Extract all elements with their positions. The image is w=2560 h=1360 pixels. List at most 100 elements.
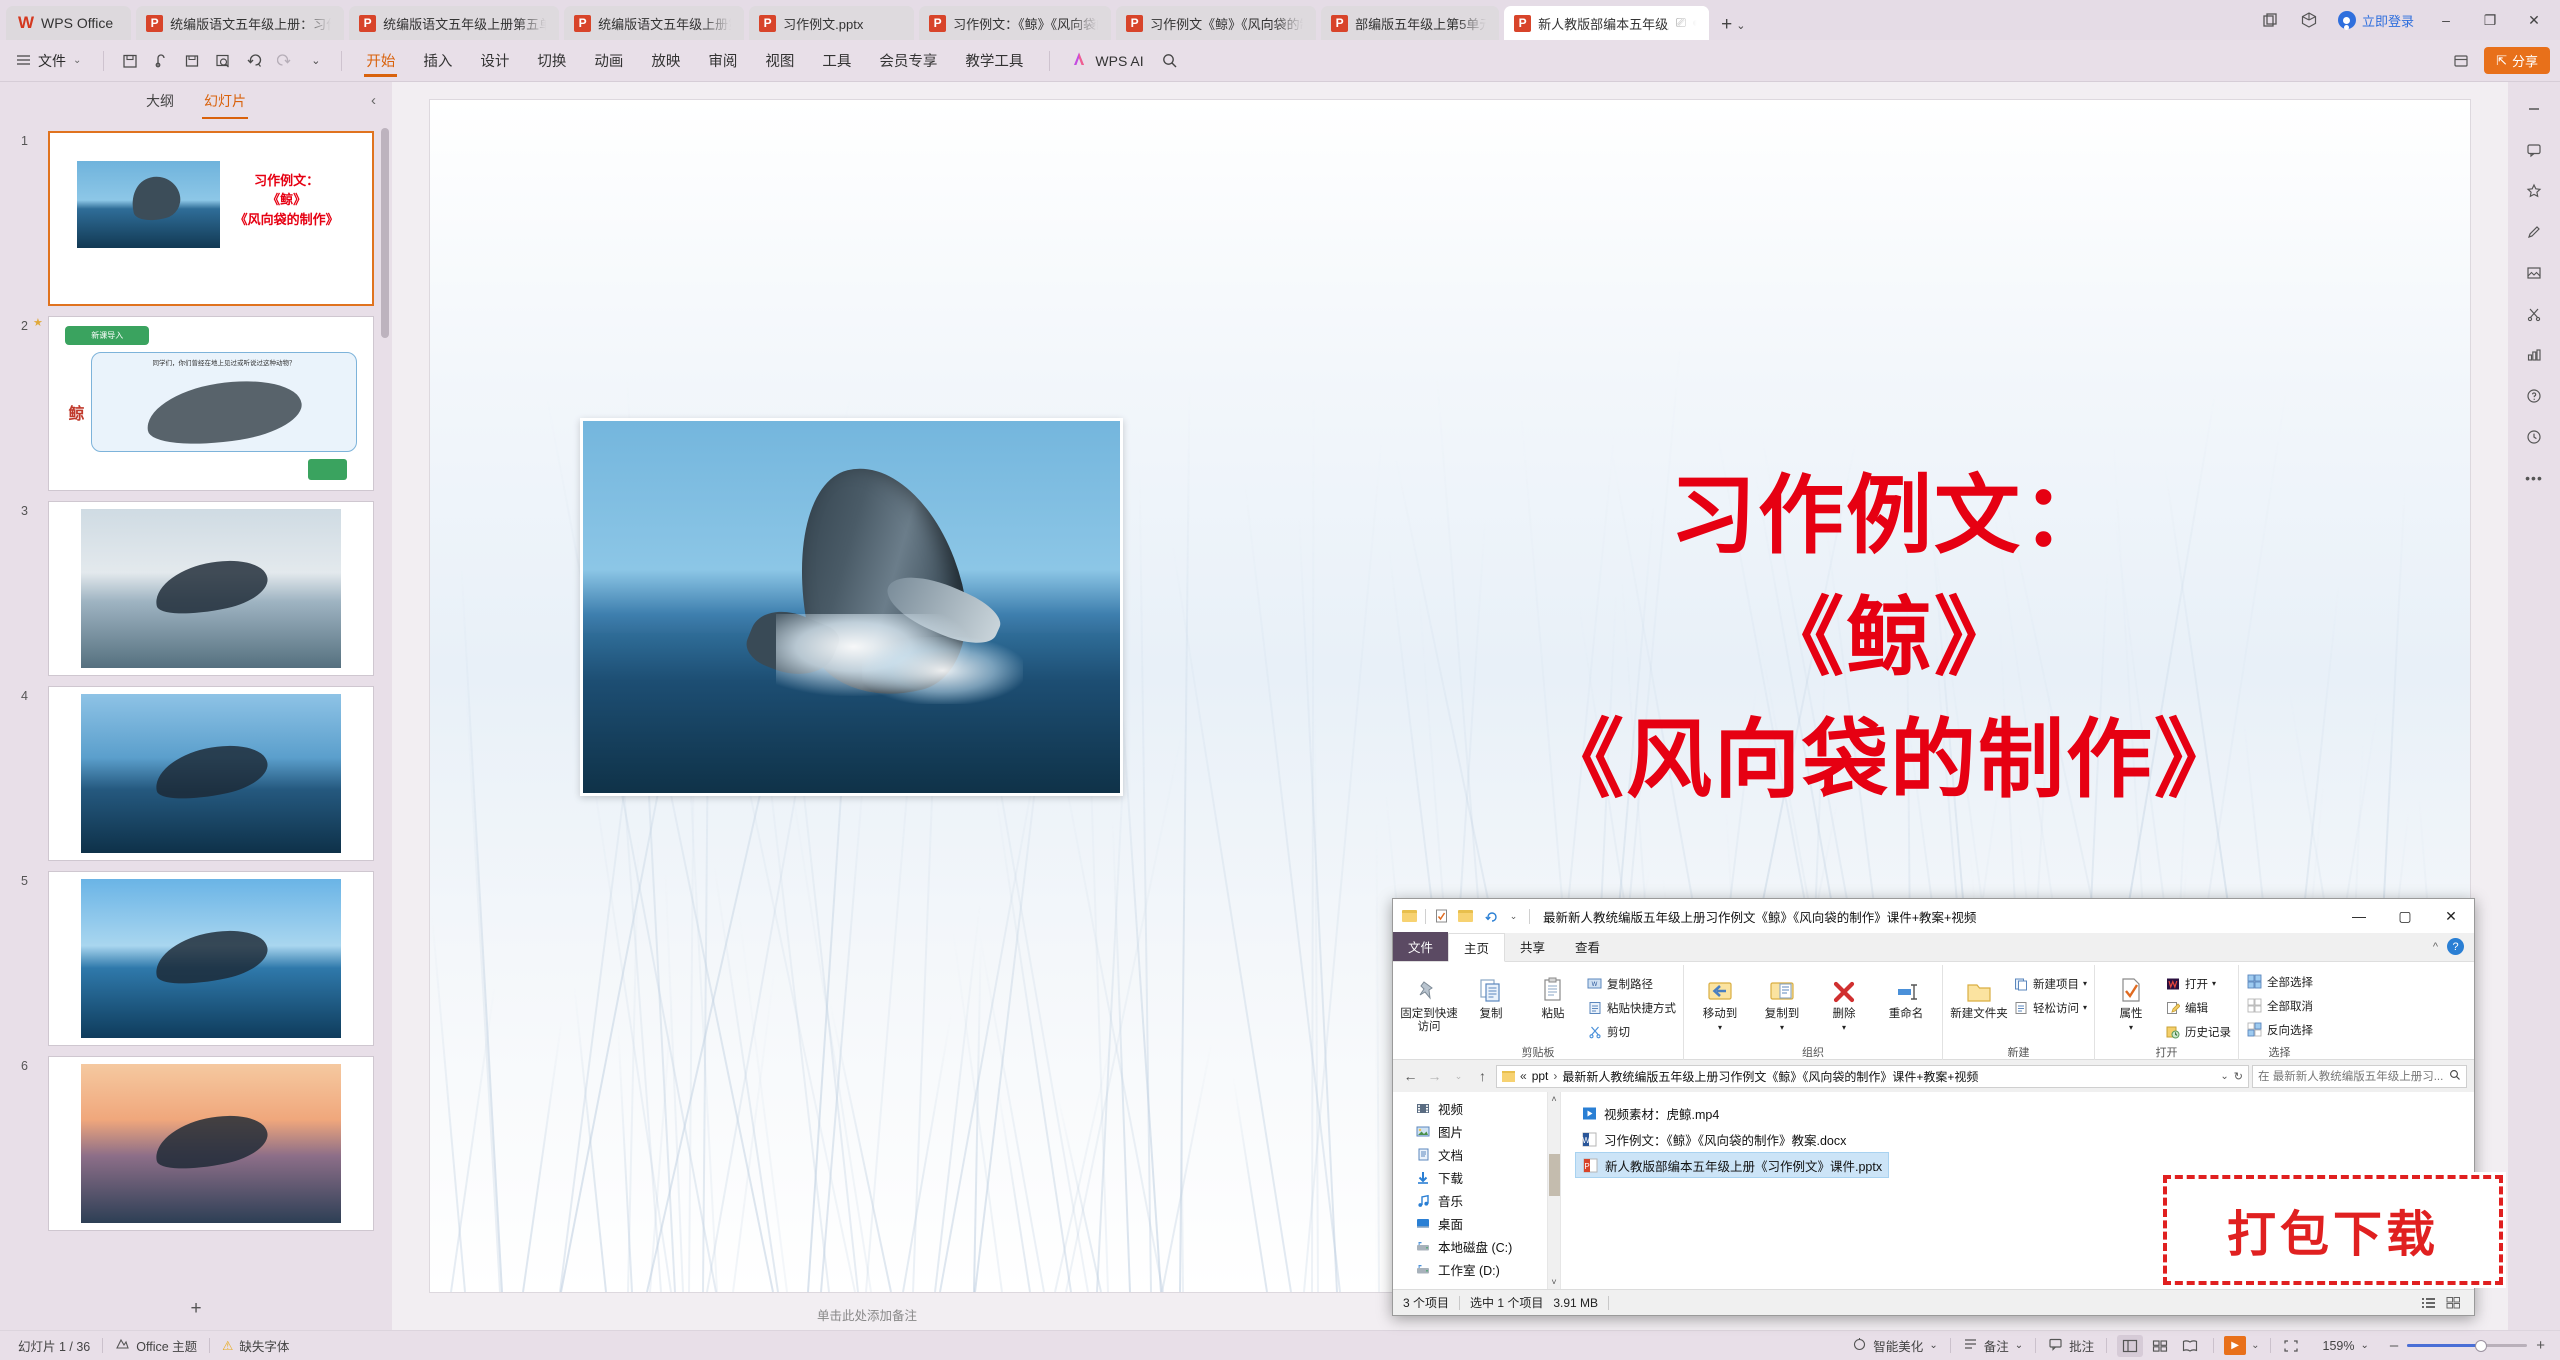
explorer-menu-file[interactable]: 文件 [1393,932,1448,961]
copy-button[interactable]: 复制 [1462,969,1520,1021]
history-button[interactable]: 历史记录 [2164,1021,2231,1042]
collapse-ribbon-icon[interactable]: ^ [2433,941,2438,953]
star-icon[interactable] [2515,172,2553,210]
easy-access-button[interactable]: 轻松访问 ▾ [2012,997,2087,1018]
paste-button[interactable]: 粘贴 [1524,969,1582,1021]
fit-to-window-button[interactable] [2271,1339,2311,1353]
image-icon[interactable] [2515,254,2553,292]
nav-item-3[interactable]: 文档 [1393,1143,1547,1166]
copy-to-button[interactable]: 复制到 ▾ [1753,969,1811,1032]
folder-icon[interactable] [1401,908,1418,924]
notes-button[interactable]: 备注 ⌄ [1951,1336,2035,1355]
nav-item-8[interactable]: 工作室 (D:) [1393,1258,1547,1281]
copy-path-button[interactable]: W 复制路径 [1586,973,1676,994]
document-tab-2[interactable]: P统编版语文五年级上册第五单元 习作 [349,6,559,40]
slide-thumbnail[interactable]: 习作例文： 《鲸》 《风向袋的制作》 [48,131,374,306]
start-slideshow-button[interactable]: ▶ [2224,1336,2246,1355]
document-tab-5[interactable]: P习作例文：《鲸》《风向袋的制作》 [919,6,1111,40]
notes-placeholder[interactable]: 单击此处添加备注 [817,1305,917,1324]
clock-icon[interactable] [2515,418,2553,456]
slide-thumbnail[interactable] [48,871,374,1046]
ribbon-tab-动画[interactable]: 动画 [580,40,637,82]
back-arrow-icon[interactable]: ← [1400,1066,1421,1087]
invert-selection-button[interactable]: 反向选择 [2246,1019,2313,1040]
chart-icon[interactable] [2515,336,2553,374]
properties-icon[interactable] [1433,908,1450,924]
new-tab-button[interactable]: + ⌄ [1709,14,1755,40]
explorer-menu-view[interactable]: 查看 [1560,932,1615,961]
ribbon-tab-视图[interactable]: 视图 [751,40,808,82]
details-view-button[interactable] [2417,1293,2439,1313]
zoom-level[interactable]: 159% ⌄ [2311,1339,2381,1353]
cut-button[interactable]: 剪切 [1586,1021,1676,1042]
copy-window-icon[interactable] [2252,6,2290,34]
ribbon-tab-审阅[interactable]: 审阅 [694,40,751,82]
thumbnail-scrollbar[interactable] [381,128,389,338]
explorer-close-button[interactable]: ✕ [2428,899,2474,933]
close-window-button[interactable]: ✕ [2512,6,2556,34]
customize-toolbar-icon[interactable]: ⌄ [1505,908,1522,924]
search-doc-icon[interactable] [207,47,238,75]
scroll-down-arrow[interactable]: ˅ [1551,1275,1556,1289]
crumb-root[interactable]: ppt [1532,1069,1549,1083]
missing-font-warning[interactable]: ⚠ 缺失字体 [210,1336,301,1355]
help-icon[interactable]: ? [2447,938,2464,955]
more-commands-icon[interactable]: ⌄ [300,47,331,75]
scroll-up-arrow[interactable]: ˄ [1551,1092,1556,1106]
ribbon-tab-工具[interactable]: 工具 [808,40,865,82]
ribbon-tab-教学工具[interactable]: 教学工具 [951,40,1037,82]
thumbnail-row[interactable]: 3 [0,496,392,681]
collapse-sidebar-icon[interactable] [2515,90,2553,128]
smart-beautify-button[interactable]: 智能美化 ⌄ [1840,1336,1949,1355]
help-icon[interactable] [2515,377,2553,415]
explorer-menu-home[interactable]: 主页 [1448,933,1505,962]
thumbnail-row[interactable]: 5 [0,866,392,1051]
nav-item-6[interactable]: 桌面 [1393,1212,1547,1235]
scroll-thumb[interactable] [1549,1154,1560,1196]
ribbon-tab-开始[interactable]: 开始 [352,40,409,82]
explorer-title-bar[interactable]: ⌄ 最新新人教统编版五年级上册习作例文《鲸》《风向袋的制作》课件+教案+视频 —… [1393,899,2474,933]
move-to-button[interactable]: 移动到 ▾ [1691,969,1749,1032]
nav-item-2[interactable]: 图片 [1393,1120,1547,1143]
explorer-navigation-pane[interactable]: 视频 图片 文档 下载 音乐 桌面 本地磁盘 (C:) 工作室 (D:) [1393,1092,1548,1289]
explorer-search-input[interactable]: 在 最新新人教统编版五年级上册习... [2252,1065,2467,1088]
wps-ai-button[interactable]: WPS AI [1060,51,1153,70]
document-tab-6[interactable]: P习作例文《鲸》《风向袋的制作》（课 [1116,6,1316,40]
redo-icon[interactable] [269,47,300,75]
slide-thumbnail[interactable] [48,501,374,676]
explorer-nav-scrollbar[interactable]: ˄ ˅ [1548,1092,1561,1289]
tab-slides[interactable]: 幻灯片 [202,87,248,115]
ribbon-tab-切换[interactable]: 切换 [523,40,580,82]
maximize-window-button[interactable]: ❐ [2468,6,2512,34]
more-dots-icon[interactable]: ••• [2515,459,2553,497]
slide-thumbnail[interactable] [48,686,374,861]
refresh-icon[interactable]: ↻ [2234,1070,2243,1083]
undo-icon[interactable] [1481,908,1498,924]
thumbnail-row[interactable]: 1 习作例文： 《鲸》 《风向袋的制作》 [0,126,392,311]
nav-item-7[interactable]: 本地磁盘 (C:) [1393,1235,1547,1258]
explorer-minimize-button[interactable]: — [2336,899,2382,933]
nav-item-4[interactable]: 下载 [1393,1166,1547,1189]
collapse-ribbon-icon[interactable] [2445,47,2476,75]
ribbon-tab-会员专享[interactable]: 会员专享 [865,40,951,82]
new-folder-button[interactable]: 新建文件夹 [1950,969,2008,1021]
forward-arrow-icon[interactable]: → [1424,1066,1445,1087]
edit-button[interactable]: 编辑 [2164,997,2231,1018]
open-button[interactable]: 打开 ▾ [2164,973,2231,994]
thumbnail-row[interactable]: 2 ★ 新课导入 同学们，你们曾经在地上见过或听说过这种动物？鲸 [0,311,392,496]
slide-thumbnail[interactable]: 新课导入 同学们，你们曾经在地上见过或听说过这种动物？鲸 [48,316,374,491]
document-tab-8[interactable]: P新人教版部编本五年级上册《⎚ [1504,6,1709,40]
new-folder-icon[interactable] [1457,908,1474,924]
whale-photo[interactable] [580,418,1123,796]
file-menu-button[interactable]: 文件 ⌄ [14,51,93,71]
new-item-button[interactable]: 新建项目 ▾ [2012,973,2087,994]
delete-button[interactable]: 删除 ▾ [1815,969,1873,1032]
slide-thumbnail-list[interactable]: 1 习作例文： 《鲸》 《风向袋的制作》 2 ★ 新课导入 同学们，你们曾经在地上见过或听说过… [0,120,392,1288]
paste-shortcut-button[interactable]: 粘贴快捷方式 [1586,997,1676,1018]
thumbnail-row[interactable]: 6 [0,1051,392,1236]
view-reading-button[interactable] [2177,1335,2203,1357]
zoom-in-button[interactable]: + [2527,1337,2554,1354]
zoom-out-button[interactable]: – [2381,1337,2407,1354]
tab-outline[interactable]: 大纲 [144,87,176,115]
search-icon[interactable] [2449,1069,2461,1084]
